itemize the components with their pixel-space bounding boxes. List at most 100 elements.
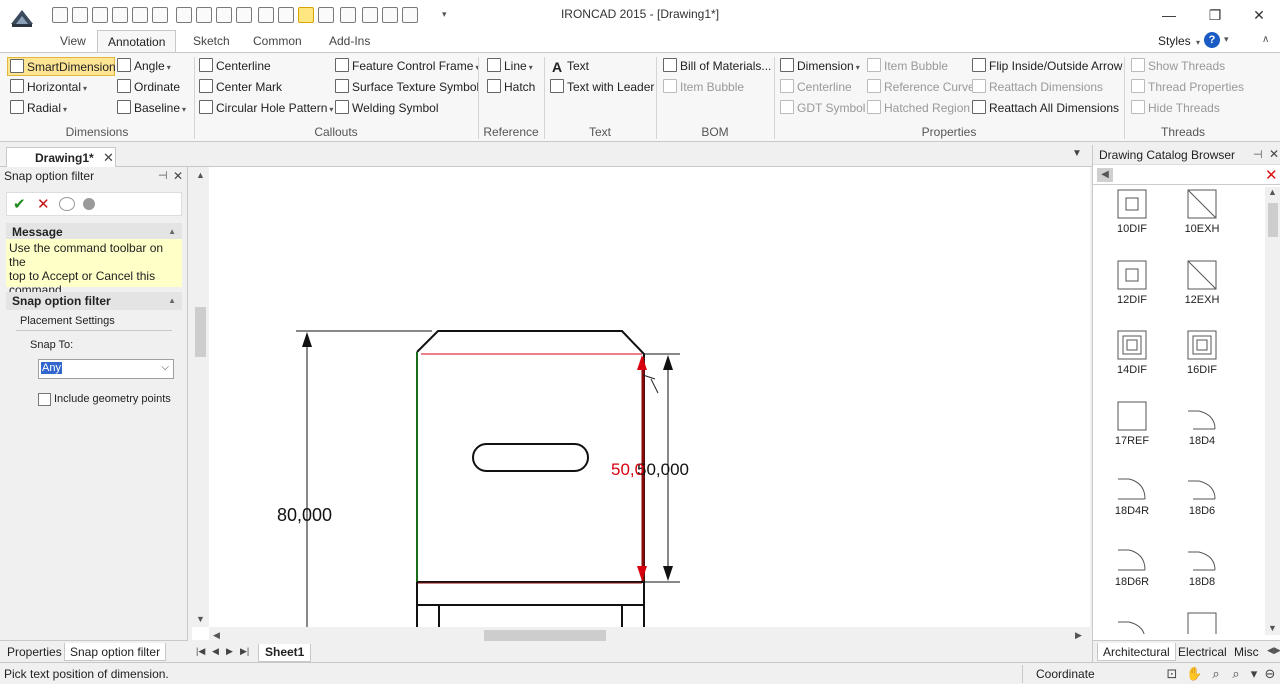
catalog-item[interactable]: 12EXH	[1169, 260, 1235, 330]
baseline-button[interactable]: Baseline ▾	[117, 99, 186, 118]
ribbon-collapse-icon[interactable]: ∧	[1262, 34, 1269, 45]
scroll-down-icon[interactable]: ▼	[196, 614, 205, 624]
record-icon[interactable]	[83, 198, 95, 210]
close-button[interactable]: ✕	[1244, 4, 1274, 26]
tab-snap-option-filter[interactable]: Snap option filter	[64, 643, 167, 661]
catalog-item[interactable]: 14DIF	[1099, 330, 1165, 400]
catalog-item[interactable]: 18D4R	[1099, 471, 1165, 541]
first-sheet-icon[interactable]: |◀	[196, 646, 205, 657]
vertical-scroll-thumb[interactable]	[195, 307, 206, 357]
catalog-item[interactable]: 16DIF	[1169, 330, 1235, 400]
horizontal-button[interactable]: Horizontal ▾	[10, 78, 87, 97]
document-tab[interactable]: Drawing1* ✕	[6, 147, 116, 167]
prev-sheet-icon[interactable]: ◀	[212, 646, 219, 657]
zoom-dropdown-icon[interactable]: ▾	[1246, 666, 1262, 682]
bom-item-bubble-button[interactable]: Item Bubble	[663, 78, 744, 97]
horizontal-scroll-thumb[interactable]	[484, 630, 606, 641]
hatch-button[interactable]: Hatch	[487, 78, 535, 97]
dimension-text-50-preview[interactable]: 50,0	[611, 460, 644, 479]
catalog-item[interactable]: 10EXH	[1169, 189, 1235, 259]
show-threads-button[interactable]: Show Threads	[1131, 57, 1225, 76]
maximize-button[interactable]: ❐	[1200, 4, 1230, 26]
scroll-down-icon[interactable]: ▼	[1268, 623, 1277, 633]
text-button[interactable]: A Text	[550, 57, 589, 76]
sheet-tab[interactable]: Sheet1	[258, 644, 312, 662]
bill-of-materials-button[interactable]: Bill of Materials...	[663, 57, 771, 76]
center-mark-button[interactable]: Center Mark	[199, 78, 282, 97]
catalog-close-icon[interactable]: ✕	[1269, 147, 1279, 161]
scroll-left-icon[interactable]: ◀	[213, 630, 220, 641]
styles-menu[interactable]: Styles ▾	[1158, 34, 1200, 48]
panel-close-icon[interactable]: ✕	[173, 169, 183, 183]
pan-hand-icon[interactable]: ✋	[1186, 666, 1202, 682]
gdt-symbol-button[interactable]: GDT Symbol	[780, 99, 865, 118]
feature-control-frame-button[interactable]: Feature Control Frame▾	[335, 57, 479, 76]
next-sheet-icon[interactable]: ▶	[226, 646, 233, 657]
tab-electrical[interactable]: Electrical	[1173, 643, 1232, 661]
accept-check-icon[interactable]: ✔	[13, 195, 26, 213]
preview-icon[interactable]	[59, 197, 75, 211]
tab-view[interactable]: View	[50, 30, 96, 53]
vertical-scrollbar[interactable]: ▲ ▼	[192, 167, 209, 627]
catalog-item[interactable]: 12DIF	[1099, 260, 1165, 330]
smart-dimension-button[interactable]: SmartDimension	[7, 57, 116, 76]
item-bubble-properties-button[interactable]: Item Bubble	[867, 57, 948, 76]
minimize-button[interactable]: —	[1154, 4, 1184, 26]
back-arrow-icon[interactable]: ◀	[1097, 168, 1113, 182]
scroll-right-icon[interactable]: ▶	[1075, 630, 1082, 641]
centerline-properties-button[interactable]: Centerline	[780, 78, 852, 97]
zoom-out-icon[interactable]: ⊖	[1262, 666, 1278, 682]
catalog-item[interactable]: 18D6R	[1099, 542, 1165, 612]
dimension-text-50[interactable]: 50,000	[637, 460, 689, 479]
tab-add-ins[interactable]: Add-Ins	[319, 30, 380, 53]
flip-arrow-button[interactable]: Flip Inside/Outside Arrow	[972, 57, 1122, 76]
hide-threads-button[interactable]: Hide Threads	[1131, 99, 1220, 118]
angle-button[interactable]: Angle ▾	[117, 57, 171, 76]
tab-architectural[interactable]: Architectural	[1097, 643, 1176, 661]
catalog-item[interactable]: 18D6	[1169, 471, 1235, 541]
catalog-item-partial[interactable]	[1099, 612, 1165, 634]
ordinate-button[interactable]: Ordinate	[117, 78, 180, 97]
tab-common[interactable]: Common	[243, 30, 312, 53]
thread-properties-button[interactable]: Thread Properties	[1131, 78, 1244, 97]
tab-sketch[interactable]: Sketch	[183, 30, 240, 53]
catalog-item[interactable]: 18D8	[1169, 542, 1235, 612]
include-geometry-checkbox[interactable]	[38, 393, 51, 406]
zoom-icon[interactable]: ⌕	[1228, 666, 1244, 682]
radial-button[interactable]: Radial ▾	[10, 99, 67, 118]
pin-icon[interactable]: ⊣	[1253, 148, 1263, 161]
scroll-up-icon[interactable]: ▲	[196, 170, 205, 180]
tab-misc[interactable]: Misc	[1229, 643, 1264, 661]
tab-properties[interactable]: Properties	[2, 643, 67, 661]
scroll-up-icon[interactable]: ▲	[1268, 187, 1277, 197]
document-list-dropdown-icon[interactable]: ▼	[1072, 148, 1082, 159]
hatched-region-button[interactable]: Hatched Region	[867, 99, 970, 118]
catalog-item[interactable]: 17REF	[1099, 401, 1165, 471]
reattach-all-dimensions-button[interactable]: Reattach All Dimensions	[972, 99, 1119, 118]
document-tab-close-icon[interactable]: ✕	[103, 150, 114, 166]
horizontal-scrollbar[interactable]: ◀ ▶	[209, 627, 1090, 644]
catalog-item-partial[interactable]	[1169, 612, 1235, 634]
surface-texture-button[interactable]: Surface Texture Symbol	[335, 78, 479, 97]
help-icon[interactable]: ?	[1204, 32, 1220, 48]
catalog-item[interactable]: 18D4	[1169, 401, 1235, 471]
zoom-fit-icon[interactable]: ⊡	[1164, 666, 1180, 682]
circular-hole-pattern-button[interactable]: Circular Hole Pattern ▾	[199, 99, 333, 118]
catalog-scrollbar[interactable]: ▲ ▼	[1265, 187, 1280, 635]
catalog-scroll-thumb[interactable]	[1268, 203, 1278, 237]
remove-catalog-icon[interactable]: ✕	[1265, 166, 1278, 184]
last-sheet-icon[interactable]: ▶|	[240, 646, 249, 657]
cancel-x-icon[interactable]: ✕	[37, 195, 50, 213]
zoom-window-icon[interactable]: ⌕	[1208, 666, 1224, 682]
welding-symbol-button[interactable]: Welding Symbol	[335, 99, 438, 118]
pin-icon[interactable]: ⊣	[158, 169, 168, 182]
help-dropdown-icon[interactable]: ▾	[1224, 34, 1229, 45]
tab-scroll-icon[interactable]: ◀▶	[1267, 645, 1280, 656]
reattach-dimensions-button[interactable]: Reattach Dimensions	[972, 78, 1103, 97]
dimension-properties-button[interactable]: Dimension ▾	[780, 57, 860, 76]
catalog-item[interactable]: 10DIF	[1099, 189, 1165, 259]
snap-to-select[interactable]: Any ⌵	[38, 359, 174, 379]
reference-curve-button[interactable]: Reference Curve	[867, 78, 975, 97]
text-with-leader-button[interactable]: Text with Leader	[550, 78, 654, 97]
centerline-button[interactable]: Centerline	[199, 57, 271, 76]
